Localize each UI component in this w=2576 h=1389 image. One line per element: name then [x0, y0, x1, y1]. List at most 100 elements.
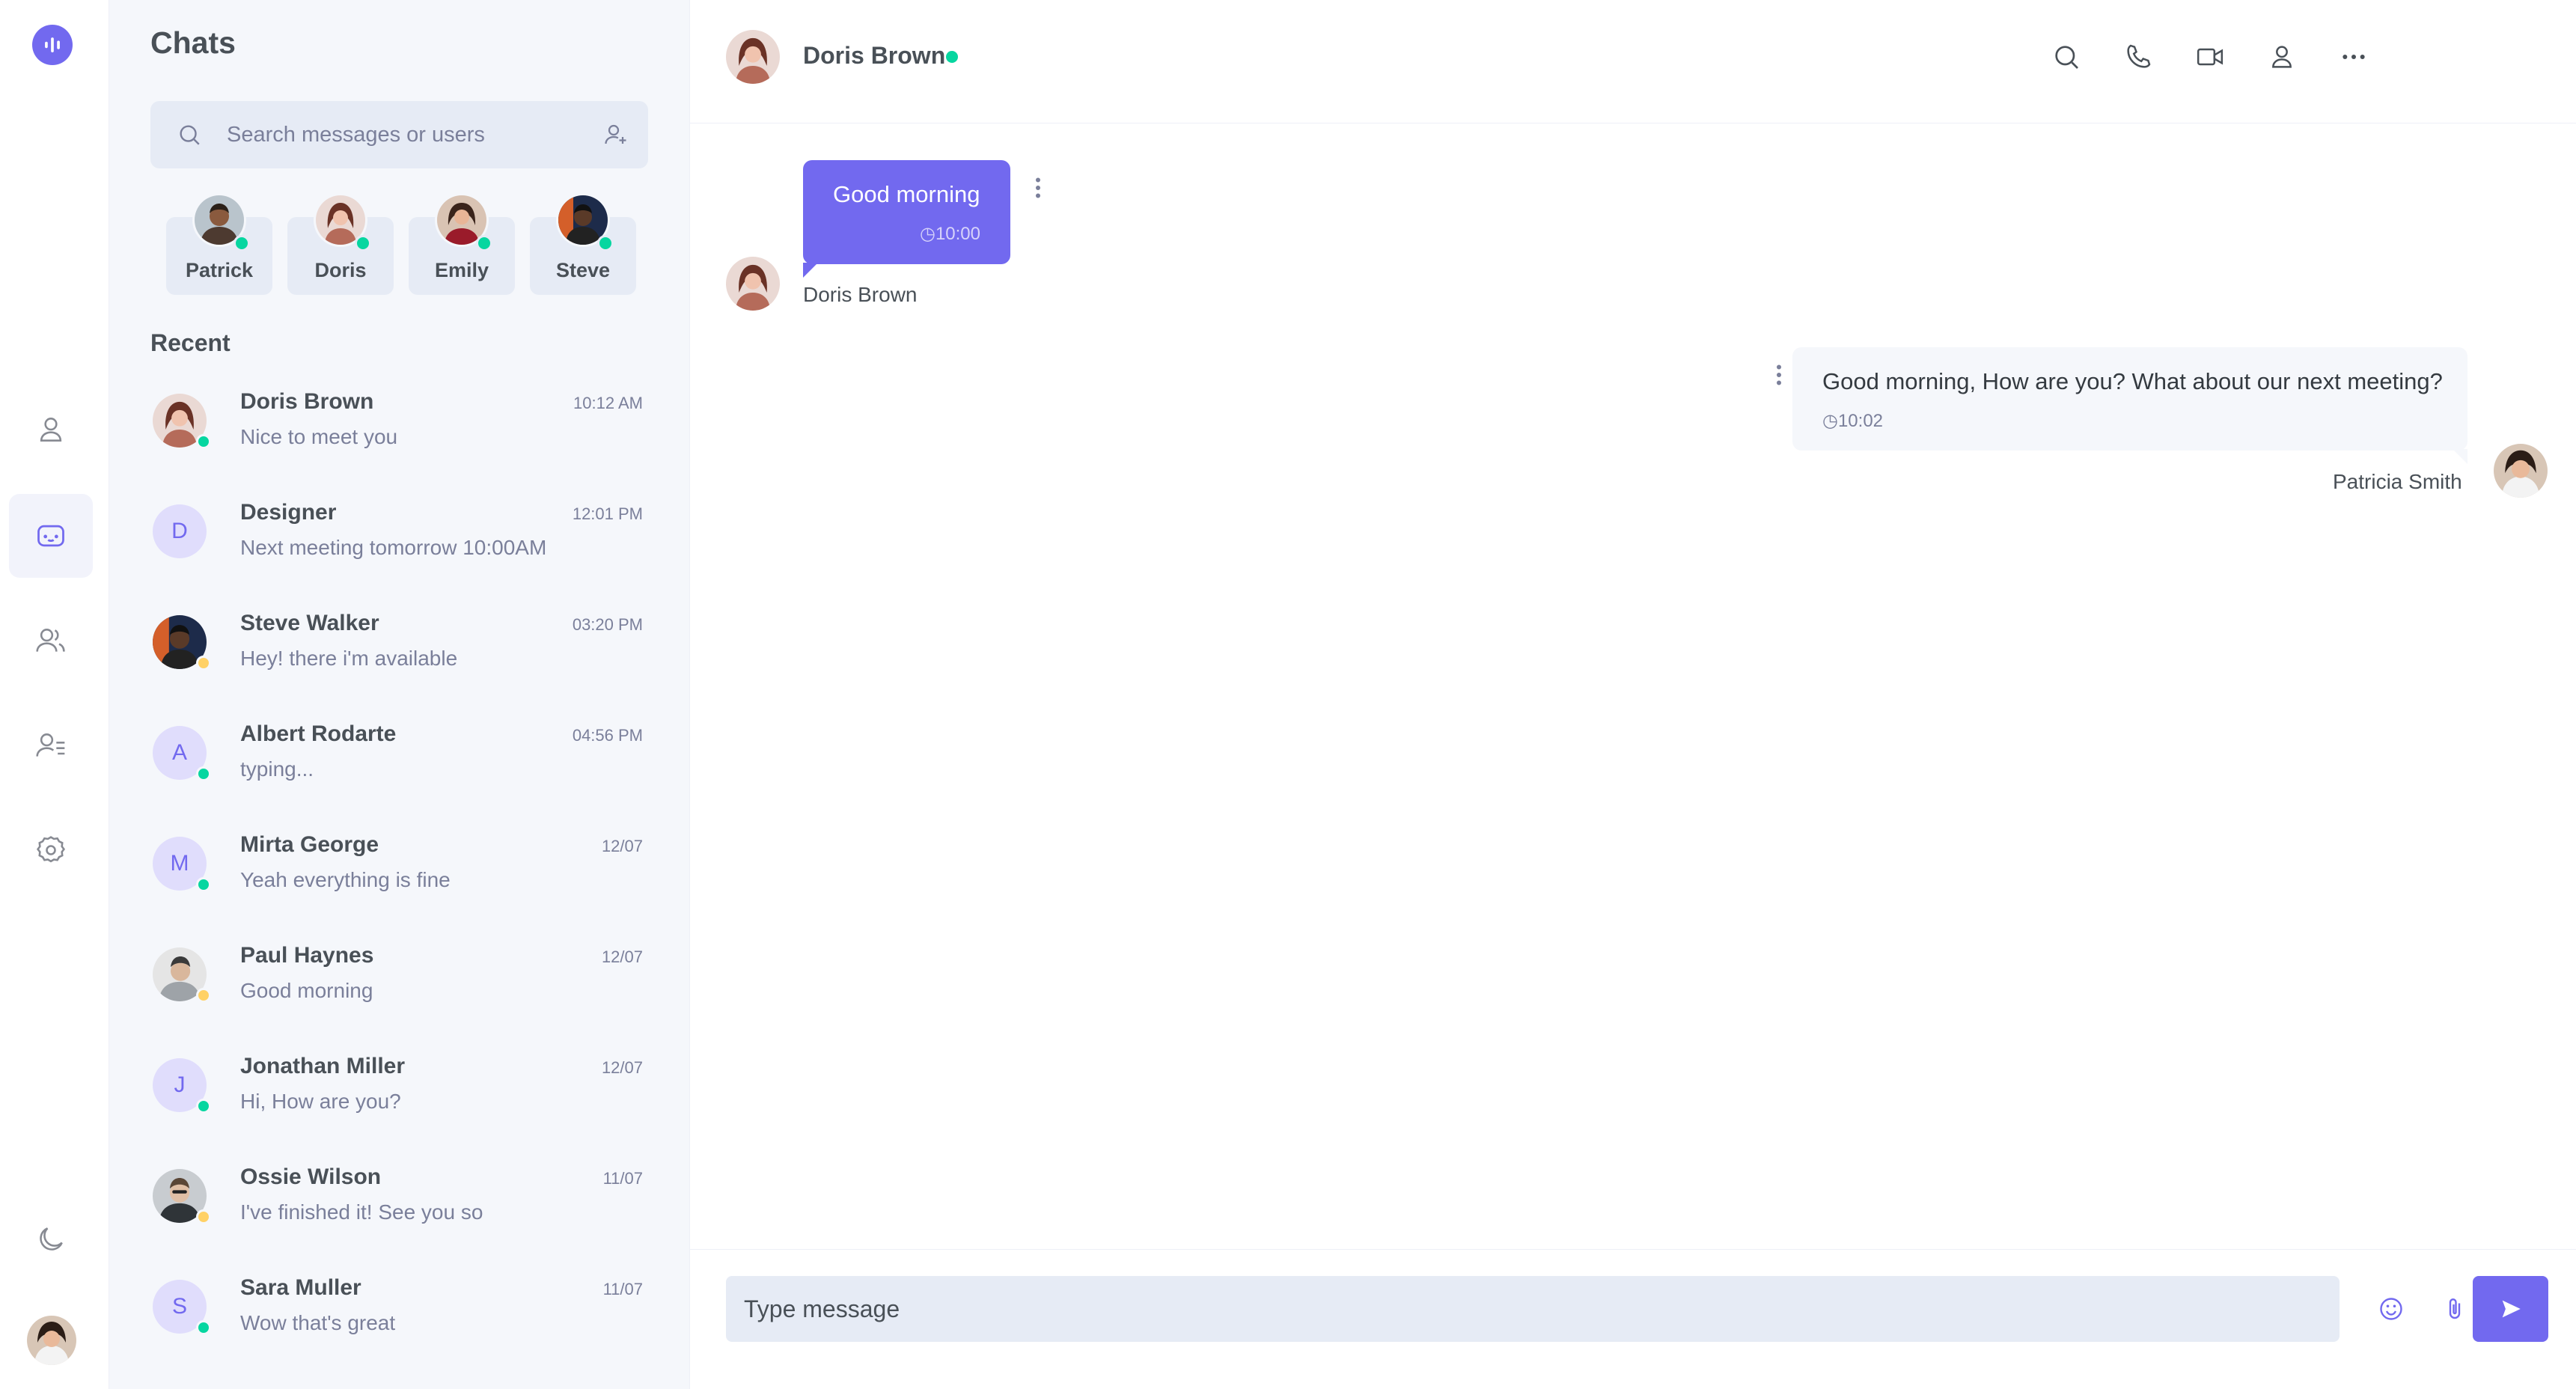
more-icon — [2342, 55, 2365, 59]
conversation-preview: Wow that's great — [240, 1311, 396, 1334]
nav-profile[interactable] — [9, 388, 93, 471]
sender-avatar — [2494, 444, 2548, 498]
conversation-time: 12:01 PM — [572, 504, 643, 523]
message-text: Good morning — [833, 181, 980, 207]
online-user-name: Patrick — [185, 259, 254, 281]
contact-avatar[interactable] — [726, 30, 780, 84]
contacts-icon — [36, 733, 65, 757]
message-input[interactable] — [726, 1276, 2340, 1342]
conversation-name: Doris Brown — [240, 389, 374, 414]
contact-name[interactable]: Doris Brown — [803, 42, 945, 70]
conversation-name: Sara Muller — [240, 1275, 361, 1300]
online-indicator — [476, 235, 492, 251]
search-button[interactable] — [2049, 40, 2084, 74]
message-composer — [690, 1249, 2576, 1389]
conversation-time: 04:56 PM — [572, 726, 643, 745]
message-time: ◷10:02 — [1822, 411, 1884, 431]
conversation-time: 11/07 — [602, 1280, 643, 1298]
search-input[interactable]: Search messages or users — [227, 123, 602, 147]
nav-contacts[interactable] — [9, 703, 93, 787]
status-indicator — [196, 1209, 211, 1224]
conversation-item[interactable]: D Designer Next meeting tomorrow 10:00AM… — [109, 476, 689, 587]
avatar-image — [2494, 444, 2548, 498]
conversation-preview: Next meeting tomorrow 10:00AM — [240, 536, 547, 559]
conversation-preview: Hi, How are you? — [240, 1090, 401, 1113]
add-user-icon[interactable] — [602, 121, 629, 148]
message-time: ◷10:00 — [919, 224, 980, 244]
conversation-item[interactable]: Steve Walker Hey! there i'm available 03… — [109, 587, 689, 697]
online-indicator — [234, 235, 250, 251]
theme-toggle[interactable] — [9, 1197, 93, 1281]
online-users: Patrick Doris Emily Steve — [150, 193, 648, 296]
online-user-doris[interactable]: Doris — [287, 193, 394, 295]
user-icon — [40, 418, 62, 442]
sender-avatar — [726, 257, 780, 311]
logo-icon[interactable] — [32, 25, 73, 65]
panel-title: Chats — [150, 25, 236, 60]
conversation-name: Designer — [240, 500, 337, 525]
conversation-item[interactable]: A Albert Rodarte typing... 04:56 PM — [109, 697, 689, 808]
online-user-patrick[interactable]: Patrick — [166, 193, 272, 295]
video-icon — [2197, 48, 2224, 66]
attach-button[interactable] — [2438, 1292, 2472, 1326]
emoji-button[interactable] — [2374, 1292, 2408, 1326]
conversation-preview: Hey! there i'm available — [240, 647, 458, 670]
sender-name: Patricia Smith — [2333, 470, 2462, 493]
nav-settings[interactable] — [9, 808, 93, 892]
message-menu-icon[interactable] — [1027, 174, 1049, 201]
status-indicator — [196, 1099, 211, 1114]
conversation-header: Doris Brown — [690, 0, 2576, 123]
status-indicator — [196, 656, 211, 671]
conversation-item[interactable]: M Mirta George Yeah everything is fine 1… — [109, 808, 689, 919]
online-user-emily[interactable]: Emily — [409, 193, 515, 295]
user-icon — [2272, 46, 2292, 68]
conversation-preview: I've finished it! See you so — [240, 1200, 483, 1224]
search-icon — [180, 125, 200, 145]
status-indicator — [196, 877, 211, 892]
conversation-name: Mirta George — [240, 832, 379, 857]
current-user-avatar[interactable] — [27, 1316, 76, 1365]
online-user-name: Doris — [314, 259, 367, 281]
online-user-name: Emily — [434, 259, 489, 281]
message-text: Good morning, How are you? What about ou… — [1822, 368, 2443, 394]
profile-button[interactable] — [2265, 40, 2299, 74]
send-button[interactable] — [2473, 1276, 2548, 1342]
clock-icon: ◷ — [1822, 411, 1838, 431]
nav-rail — [0, 0, 109, 1389]
status-indicator — [196, 766, 211, 781]
nav-groups[interactable] — [9, 599, 93, 683]
conversation-item[interactable]: J Jonathan Miller Hi, How are you? 12/07 — [109, 1030, 689, 1141]
conversation-time: 10:12 AM — [573, 394, 643, 412]
conversation-preview: Good morning — [240, 979, 373, 1002]
conversation-time: 12/07 — [601, 837, 643, 855]
voice-call-button[interactable] — [2121, 40, 2155, 74]
conversation-item[interactable]: Ossie Wilson I've finished it! See you s… — [109, 1141, 689, 1251]
conversation-item[interactable]: Paul Haynes Good morning 12/07 — [109, 919, 689, 1030]
conversation-item[interactable]: Doris Brown Nice to meet you 10:12 AM — [109, 365, 689, 476]
nav-chats[interactable] — [9, 494, 93, 578]
online-indicator — [946, 51, 958, 63]
message-menu-icon[interactable] — [1768, 361, 1790, 388]
online-user-name: Steve — [555, 259, 611, 281]
avatar-initial: D — [153, 504, 207, 558]
avatar-image — [726, 257, 780, 311]
conversation-pane: Doris Brown Good morning ◷10:00 Doris Br… — [690, 0, 2576, 1389]
online-indicator — [597, 235, 614, 251]
sender-name: Doris Brown — [803, 283, 918, 306]
settings-icon — [36, 836, 66, 863]
outgoing-message: Good morning, How are you? What about ou… — [1792, 347, 2467, 464]
status-indicator — [196, 434, 211, 449]
video-call-button[interactable] — [2193, 40, 2227, 74]
incoming-message: Good morning ◷10:00 — [803, 160, 1010, 278]
logo-bars-icon — [45, 37, 60, 52]
more-options-button[interactable] — [2337, 40, 2371, 74]
status-indicator — [196, 1320, 211, 1335]
search-icon — [2055, 46, 2078, 69]
search-box[interactable]: Search messages or users — [150, 101, 648, 168]
conversation-time: 03:20 PM — [572, 615, 643, 634]
conversation-item[interactable]: S Sara Muller Wow that's great 11/07 — [109, 1251, 689, 1362]
conversation-preview: Nice to meet you — [240, 425, 398, 448]
online-user-steve[interactable]: Steve — [530, 193, 636, 295]
conversation-time: 12/07 — [601, 1058, 643, 1077]
conversation-preview: typing... — [240, 757, 314, 781]
